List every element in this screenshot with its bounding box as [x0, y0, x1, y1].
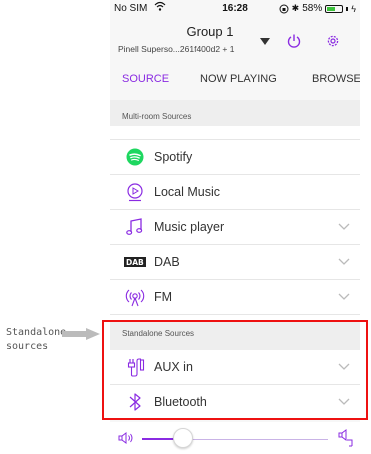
chevron-down-icon[interactable] — [338, 293, 350, 301]
spotify-icon — [124, 147, 146, 167]
annotation-text: Standalone sources — [6, 326, 66, 354]
source-label: Local Music — [154, 185, 220, 199]
source-tabs: SOURCE NOW PLAYING BROWSE — [110, 68, 360, 92]
volume-bar — [110, 422, 360, 454]
dab-icon: DAB — [124, 252, 146, 272]
tab-now-playing[interactable]: NOW PLAYING — [200, 73, 277, 85]
annotation-arrow-icon — [62, 328, 100, 340]
group-subtitle: Pinell Superso...261f400d2 + 1 — [118, 44, 235, 54]
source-label: DAB — [154, 255, 180, 269]
multi-room-header: Multi-room Sources — [110, 100, 360, 126]
music-note-icon — [124, 217, 146, 237]
source-label: Music player — [154, 220, 225, 234]
status-bar: No SIM 16:28 ✱ 58% ϟ — [110, 0, 360, 16]
group-title[interactable]: Group 1 — [110, 24, 310, 39]
chevron-down-icon[interactable] — [338, 258, 350, 266]
svg-text:DAB: DAB — [126, 258, 144, 267]
battery-tip — [346, 6, 349, 11]
power-icon[interactable] — [286, 33, 302, 49]
gear-icon[interactable] — [325, 33, 341, 49]
annotation-highlight-box — [102, 320, 368, 420]
orientation-lock-icon — [279, 4, 289, 13]
source-item-local-music[interactable]: Local Music — [110, 175, 360, 210]
source-item-dab[interactable]: DAB DAB — [110, 245, 360, 280]
source-label: Spotify — [154, 150, 193, 164]
volume-slider-knob[interactable] — [172, 428, 193, 448]
bluetooth-status-icon: ✱ — [291, 3, 300, 13]
source-item-spotify[interactable]: Spotify — [110, 140, 360, 175]
partial-list-item — [110, 126, 360, 140]
chevron-down-icon[interactable] — [338, 223, 350, 231]
battery-icon — [325, 4, 344, 13]
multi-room-list: Spotify Local Music Music player DAB DAB… — [110, 126, 360, 320]
group-header: Group 1 Pinell Superso...261f400d2 + 1 — [110, 16, 360, 64]
source-item-fm[interactable]: FM — [110, 280, 360, 315]
charging-icon: ϟ — [351, 3, 356, 14]
volume-high-icon[interactable] — [338, 429, 356, 447]
volume-low-icon[interactable] — [118, 431, 136, 445]
fm-radio-icon — [124, 287, 146, 307]
group-dropdown-icon[interactable] — [260, 38, 270, 45]
tab-source[interactable]: SOURCE — [122, 73, 169, 85]
annotation-line-1: Standalone — [6, 327, 67, 338]
annotation-line-2: sources — [6, 341, 49, 352]
local-music-icon — [124, 182, 146, 202]
tab-browse[interactable]: BROWSE — [312, 73, 360, 85]
battery-percent: 58% — [302, 3, 323, 14]
source-label: FM — [154, 290, 173, 304]
status-right: ✱ 58% ϟ — [279, 3, 356, 14]
source-item-music-player[interactable]: Music player — [110, 210, 360, 245]
